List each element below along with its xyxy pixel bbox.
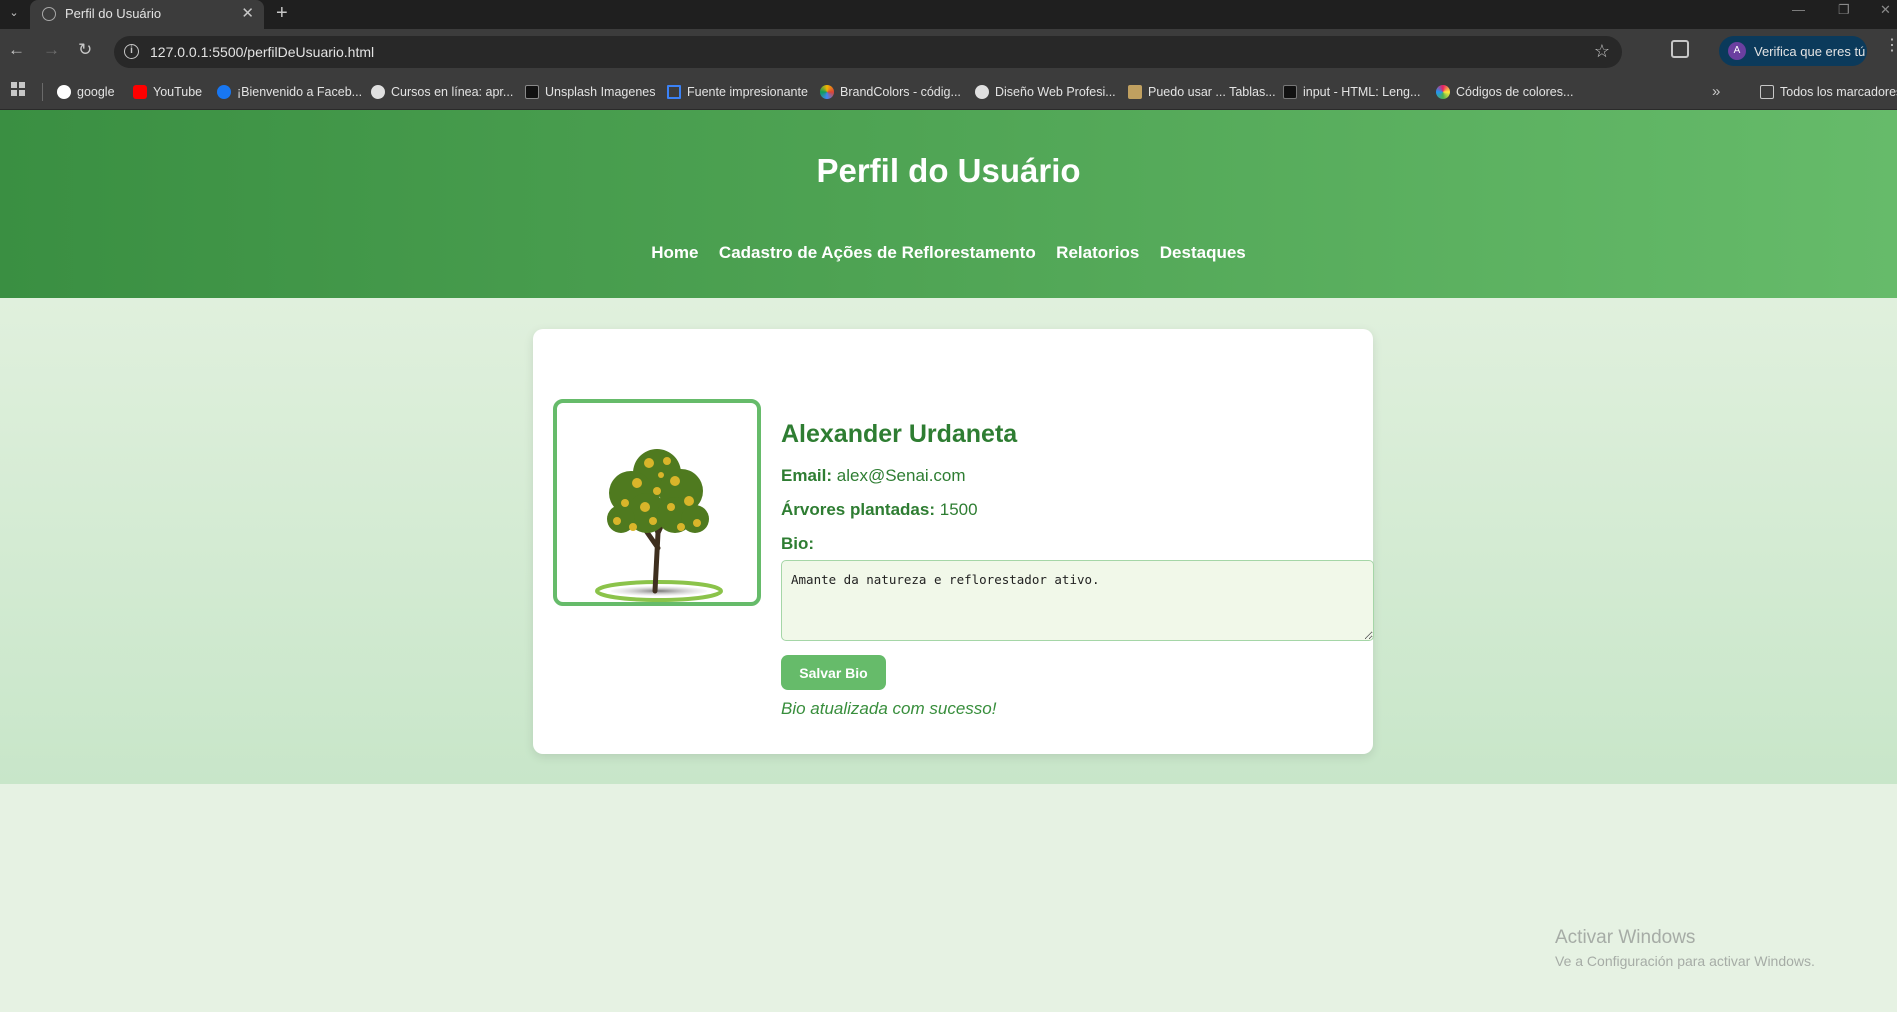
- bio-label: Bio:: [781, 534, 815, 553]
- mdn-icon: [1283, 85, 1297, 99]
- url-text: 127.0.0.1:5500/perfilDeUsuario.html: [150, 44, 375, 60]
- windows-activation-watermark: Activar Windows Ve a Configuración para …: [1555, 927, 1815, 969]
- watermark-title: Activar Windows: [1555, 927, 1696, 948]
- restore-icon[interactable]: ❐: [1838, 2, 1850, 18]
- page: Perfil do Usuário Home Cadastro de Ações…: [0, 110, 1897, 1012]
- bookmark-diseno[interactable]: Diseño Web Profesi...: [975, 85, 1116, 99]
- close-window-icon[interactable]: ✕: [1880, 2, 1891, 18]
- tab-title: Perfil do Usuário: [65, 6, 162, 21]
- flag-icon: [667, 85, 681, 99]
- bookmark-fontawesome[interactable]: Fuente impresionante: [667, 85, 808, 99]
- browser-toolbar: ← → ↻ i 127.0.0.1:5500/perfilDeUsuario.h…: [0, 29, 1897, 75]
- nav-cadastro[interactable]: Cadastro de Ações de Reflorestamento: [719, 243, 1036, 262]
- forward-icon[interactable]: →: [43, 40, 60, 60]
- bio-textarea[interactable]: Amante da natureza e reflorestador ativo…: [781, 560, 1374, 641]
- site-header: Perfil do Usuário Home Cadastro de Ações…: [0, 110, 1897, 298]
- facebook-icon: [217, 85, 231, 99]
- bookmark-colores[interactable]: Códigos de colores...: [1436, 85, 1573, 99]
- back-icon[interactable]: ←: [8, 40, 25, 60]
- bookmark-star-icon[interactable]: ☆: [1594, 41, 1610, 62]
- bookmark-caniuse[interactable]: Puedo usar ... Tablas...: [1128, 85, 1276, 99]
- avatar: A: [1728, 42, 1746, 60]
- site-info-icon[interactable]: i: [124, 44, 139, 59]
- trees-label: Árvores plantadas:: [781, 500, 935, 519]
- reload-icon[interactable]: ↻: [78, 40, 92, 60]
- address-bar[interactable]: i 127.0.0.1:5500/perfilDeUsuario.html ☆: [114, 36, 1622, 68]
- tab-active[interactable]: Perfil do Usuário ✕: [30, 0, 264, 29]
- bookmark-separator: [42, 83, 43, 101]
- page-title: Perfil do Usuário: [816, 152, 1081, 189]
- new-tab-icon[interactable]: +: [276, 0, 288, 26]
- bookmark-google[interactable]: google: [57, 85, 115, 99]
- bookmark-facebook[interactable]: ¡Bienvenido a Faceb...: [217, 85, 362, 99]
- udemy-icon: [371, 85, 385, 99]
- minimize-icon[interactable]: —: [1792, 2, 1805, 17]
- trees-value: 1500: [939, 500, 978, 519]
- email-row: Email: alex@Senai.com: [781, 466, 966, 486]
- profile-card: Alexander Urdaneta Email: alex@Senai.com…: [533, 329, 1374, 754]
- colors-icon: [1436, 85, 1450, 99]
- tab-search-icon[interactable]: ⌄: [4, 3, 24, 23]
- success-message: Bio atualizada com sucesso!: [781, 699, 997, 718]
- user-name: Alexander Urdaneta: [781, 420, 1018, 448]
- bookmark-cursos[interactable]: Cursos en línea: apr...: [371, 85, 513, 99]
- extensions-icon[interactable]: [1671, 40, 1689, 58]
- apps-grid-icon[interactable]: [11, 82, 25, 96]
- menu-icon[interactable]: ⋮: [1884, 38, 1897, 54]
- close-tab-icon[interactable]: ✕: [241, 4, 254, 22]
- google-icon: [57, 85, 71, 99]
- profile-button[interactable]: A Verifica que eres tú: [1719, 36, 1867, 66]
- folder-icon: [1760, 85, 1774, 99]
- email-label: Email:: [781, 466, 833, 485]
- main-nav: Home Cadastro de Ações de Reflorestament…: [0, 243, 1897, 263]
- youtube-icon: [133, 85, 147, 99]
- unsplash-icon: [525, 85, 539, 99]
- brandcolors-icon: [820, 85, 834, 99]
- trees-row: Árvores plantadas: 1500: [781, 500, 978, 520]
- profile-label: Verifica que eres tú: [1754, 44, 1866, 59]
- watermark-subtitle: Ve a Configuración para activar Windows.: [1555, 953, 1815, 969]
- nav-destaques[interactable]: Destaques: [1160, 243, 1246, 262]
- profile-photo: [553, 399, 761, 606]
- caniuse-icon: [1128, 85, 1142, 99]
- bookmark-brandcolors[interactable]: BrandColors - códig...: [820, 85, 961, 99]
- tree-icon: [595, 449, 723, 602]
- email-value: alex@Senai.com: [836, 466, 966, 485]
- tab-strip: ⌄ Perfil do Usuário ✕ + — ❐ ✕: [0, 0, 1897, 29]
- nav-home[interactable]: Home: [651, 243, 698, 262]
- more-bookmarks-icon[interactable]: »: [1712, 83, 1720, 100]
- udemy-icon: [975, 85, 989, 99]
- all-bookmarks-folder[interactable]: Todos los marcadores: [1760, 85, 1897, 99]
- save-bio-button[interactable]: Salvar Bio: [781, 655, 886, 690]
- globe-icon: [42, 7, 56, 21]
- nav-relatorios[interactable]: Relatorios: [1056, 243, 1139, 262]
- bookmark-unsplash[interactable]: Unsplash Imagenes: [525, 85, 655, 99]
- bookmark-youtube[interactable]: YouTube: [133, 85, 202, 99]
- bookmark-mdn[interactable]: input - HTML: Leng...: [1283, 85, 1420, 99]
